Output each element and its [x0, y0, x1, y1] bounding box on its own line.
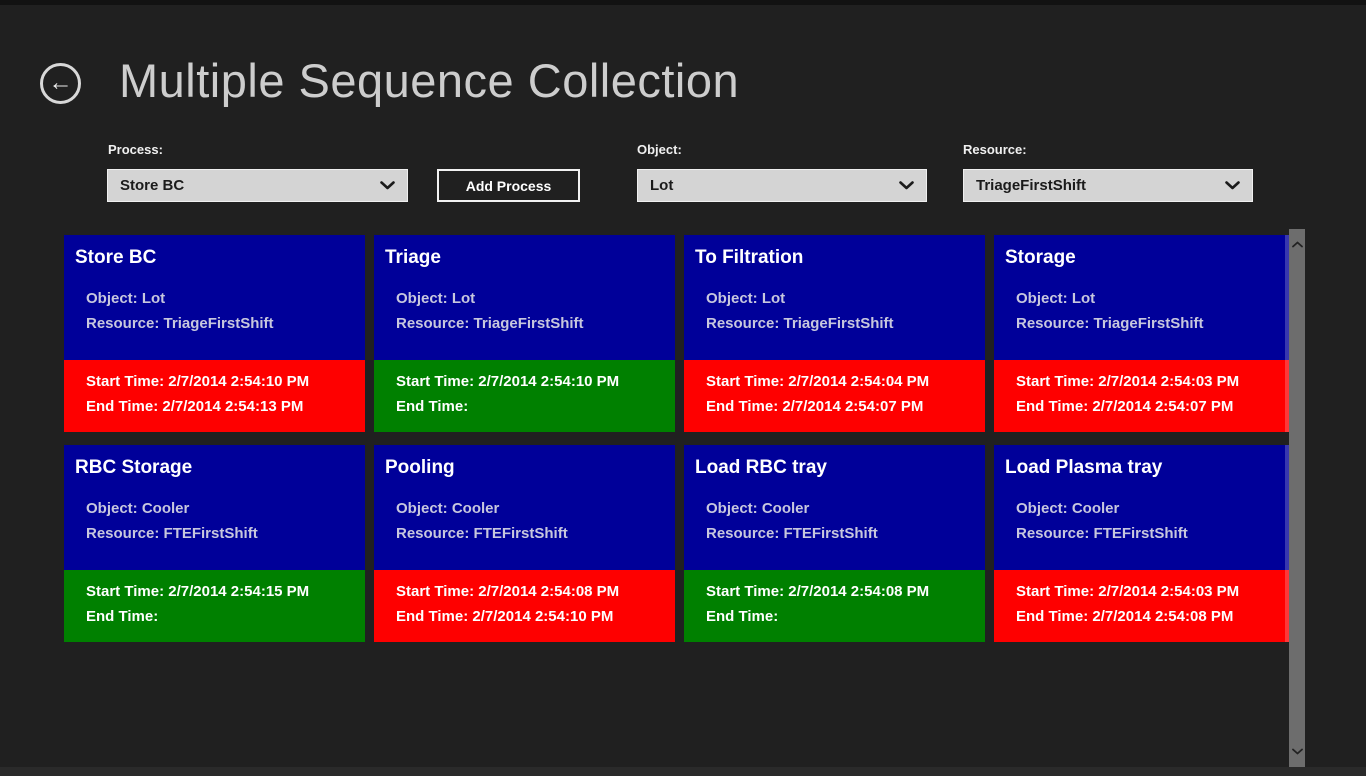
card-time-panel: Start Time: 2/7/2014 2:54:08 PM End Time… [684, 570, 985, 642]
card-time-panel: Start Time: 2/7/2014 2:54:10 PM End Time… [64, 360, 365, 432]
process-card-pooling[interactable]: Pooling Object: Cooler Resource: FTEFirs… [374, 445, 675, 642]
card-header: Load Plasma tray Object: Cooler Resource… [994, 445, 1295, 570]
card-end-time: End Time: 2/7/2014 2:54:07 PM [994, 394, 1295, 419]
back-button[interactable]: ← [40, 63, 81, 104]
card-object: Object: Cooler [374, 496, 675, 521]
card-title: Triage [374, 235, 675, 269]
resource-dropdown-value: TriageFirstShift [976, 177, 1217, 194]
card-header: Storage Object: Lot Resource: TriageFirs… [994, 235, 1295, 360]
chevron-down-icon [899, 181, 914, 190]
card-resource: Resource: TriageFirstShift [994, 311, 1295, 336]
window-top-edge [0, 0, 1366, 5]
card-time-panel: Start Time: 2/7/2014 2:54:10 PM End Time… [374, 360, 675, 432]
card-time-panel: Start Time: 2/7/2014 2:54:15 PM End Time… [64, 570, 365, 642]
card-start-time: Start Time: 2/7/2014 2:54:08 PM [374, 579, 675, 604]
process-card-grid: Store BC Object: Lot Resource: TriageFir… [64, 235, 1295, 642]
object-label: Object: [637, 142, 682, 157]
card-time-panel: Start Time: 2/7/2014 2:54:04 PM End Time… [684, 360, 985, 432]
card-end-time: End Time: 2/7/2014 2:54:08 PM [994, 604, 1295, 629]
card-end-time: End Time: 2/7/2014 2:54:07 PM [684, 394, 985, 419]
card-start-time: Start Time: 2/7/2014 2:54:03 PM [994, 579, 1295, 604]
card-resource: Resource: FTEFirstShift [64, 521, 365, 546]
chevron-down-icon [1225, 181, 1240, 190]
card-object: Object: Cooler [684, 496, 985, 521]
card-end-time: End Time: [374, 394, 675, 419]
process-card-rbc-storage[interactable]: RBC Storage Object: Cooler Resource: FTE… [64, 445, 365, 642]
card-start-time: Start Time: 2/7/2014 2:54:08 PM [684, 579, 985, 604]
card-title: Pooling [374, 445, 675, 479]
card-header: Load RBC tray Object: Cooler Resource: F… [684, 445, 985, 570]
card-end-time: End Time: 2/7/2014 2:54:13 PM [64, 394, 365, 419]
process-card-load-rbc-tray[interactable]: Load RBC tray Object: Cooler Resource: F… [684, 445, 985, 642]
card-time-panel: Start Time: 2/7/2014 2:54:08 PM End Time… [374, 570, 675, 642]
window-bottom-edge [0, 767, 1366, 776]
add-process-button[interactable]: Add Process [437, 169, 580, 202]
process-dropdown-value: Store BC [120, 177, 372, 194]
vertical-scrollbar[interactable] [1289, 229, 1305, 767]
card-header: Pooling Object: Cooler Resource: FTEFirs… [374, 445, 675, 570]
resource-label: Resource: [963, 142, 1027, 157]
card-start-time: Start Time: 2/7/2014 2:54:10 PM [374, 369, 675, 394]
card-start-time: Start Time: 2/7/2014 2:54:10 PM [64, 369, 365, 394]
card-object: Object: Cooler [64, 496, 365, 521]
card-start-time: Start Time: 2/7/2014 2:54:04 PM [684, 369, 985, 394]
card-resource: Resource: FTEFirstShift [994, 521, 1295, 546]
card-title: Store BC [64, 235, 365, 269]
card-resource: Resource: FTEFirstShift [374, 521, 675, 546]
process-card-triage[interactable]: Triage Object: Lot Resource: TriageFirst… [374, 235, 675, 432]
card-object: Object: Lot [64, 286, 365, 311]
card-resource: Resource: TriageFirstShift [64, 311, 365, 336]
card-header: RBC Storage Object: Cooler Resource: FTE… [64, 445, 365, 570]
object-dropdown-value: Lot [650, 177, 891, 194]
card-end-time: End Time: [64, 604, 365, 629]
card-header: Store BC Object: Lot Resource: TriageFir… [64, 235, 365, 360]
process-card-storage[interactable]: Storage Object: Lot Resource: TriageFirs… [994, 235, 1295, 432]
card-header: Triage Object: Lot Resource: TriageFirst… [374, 235, 675, 360]
page-title: Multiple Sequence Collection [119, 53, 739, 108]
scroll-down-icon[interactable] [1292, 748, 1303, 755]
card-object: Object: Lot [684, 286, 985, 311]
card-object: Object: Cooler [994, 496, 1295, 521]
object-dropdown[interactable]: Lot [637, 169, 927, 202]
card-resource: Resource: FTEFirstShift [684, 521, 985, 546]
card-object: Object: Lot [374, 286, 675, 311]
card-start-time: Start Time: 2/7/2014 2:54:03 PM [994, 369, 1295, 394]
process-card-to-filtration[interactable]: To Filtration Object: Lot Resource: Tria… [684, 235, 985, 432]
process-label: Process: [108, 142, 163, 157]
card-start-time: Start Time: 2/7/2014 2:54:15 PM [64, 579, 365, 604]
card-title: Storage [994, 235, 1295, 269]
process-card-load-plasma-tray[interactable]: Load Plasma tray Object: Cooler Resource… [994, 445, 1295, 642]
card-title: To Filtration [684, 235, 985, 269]
card-title: Load RBC tray [684, 445, 985, 479]
scroll-up-icon[interactable] [1292, 241, 1303, 248]
card-header: To Filtration Object: Lot Resource: Tria… [684, 235, 985, 360]
card-title: Load Plasma tray [994, 445, 1295, 479]
arrow-left-icon: ← [49, 71, 73, 95]
card-title: RBC Storage [64, 445, 365, 479]
card-time-panel: Start Time: 2/7/2014 2:54:03 PM End Time… [994, 360, 1295, 432]
card-resource: Resource: TriageFirstShift [684, 311, 985, 336]
card-time-panel: Start Time: 2/7/2014 2:54:03 PM End Time… [994, 570, 1295, 642]
resource-dropdown[interactable]: TriageFirstShift [963, 169, 1253, 202]
chevron-down-icon [380, 181, 395, 190]
card-resource: Resource: TriageFirstShift [374, 311, 675, 336]
card-object: Object: Lot [994, 286, 1295, 311]
process-card-store-bc[interactable]: Store BC Object: Lot Resource: TriageFir… [64, 235, 365, 432]
card-end-time: End Time: [684, 604, 985, 629]
card-end-time: End Time: 2/7/2014 2:54:10 PM [374, 604, 675, 629]
process-dropdown[interactable]: Store BC [107, 169, 408, 202]
